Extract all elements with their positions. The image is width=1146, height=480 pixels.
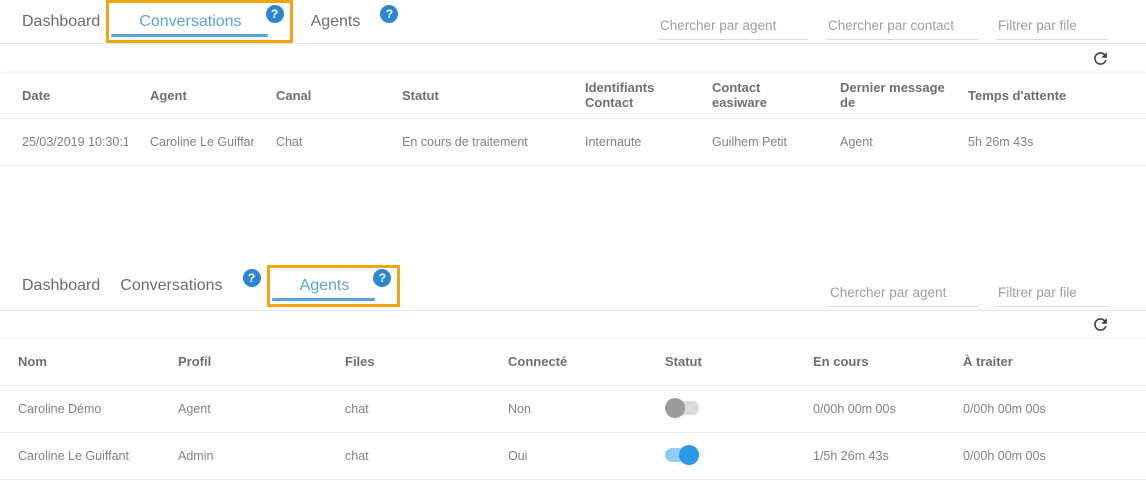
help-icon[interactable]: ? xyxy=(243,269,261,287)
cell-agent: Caroline Le Guiffant xyxy=(128,118,254,165)
agents-table-card: Nom Profil Files Connecté Statut En cour… xyxy=(0,339,1146,480)
col-header-agent: Agent xyxy=(128,73,254,118)
cell-statut: En cours de traitement xyxy=(380,118,563,165)
cell-a-traiter: 0/00h 00m 00s xyxy=(945,433,1146,480)
col-header-en-cours: En cours xyxy=(795,339,945,386)
tab-dashboard[interactable]: Dashboard xyxy=(22,0,104,43)
col-header-connecte: Connecté xyxy=(490,339,647,386)
cell-nom: Caroline Démo xyxy=(0,386,160,433)
cell-statut-toggle xyxy=(647,386,795,433)
agents-view: Dashboard Conversations ? Agents ? xyxy=(0,263,1146,480)
help-icon[interactable]: ? xyxy=(380,5,398,23)
conversation-row[interactable]: 25/03/2019 10:30:16 Caroline Le Guiffant… xyxy=(0,118,1146,165)
cell-nom: Caroline Le Guiffant xyxy=(0,433,160,480)
filter-contact-input[interactable] xyxy=(826,14,978,40)
col-header-identifiants-contact: Identifiants Contact xyxy=(563,73,690,118)
filter-file-input[interactable] xyxy=(996,281,1108,307)
filter-agent-input[interactable] xyxy=(658,14,808,40)
help-icon[interactable]: ? xyxy=(373,269,391,287)
agent-row: Caroline Le Guiffant Admin chat Oui 1/5h… xyxy=(0,433,1146,480)
col-header-canal: Canal xyxy=(254,73,380,118)
toolbar xyxy=(0,311,1146,339)
annotation-highlight-conversations: Conversations ? xyxy=(106,0,292,43)
status-toggle[interactable] xyxy=(665,398,699,418)
table-header-row: Nom Profil Files Connecté Statut En cour… xyxy=(0,339,1146,386)
col-header-a-traiter: À traiter xyxy=(945,339,1146,386)
filter-agent-input[interactable] xyxy=(828,281,978,307)
section-divider-whitespace xyxy=(0,166,1146,263)
col-header-statut: Statut xyxy=(380,73,563,118)
col-header-date: Date xyxy=(0,73,128,118)
conversations-table: Date Agent Canal Statut Identifiants Con… xyxy=(0,73,1146,166)
refresh-icon xyxy=(1091,49,1110,68)
cell-files: chat xyxy=(327,433,490,480)
cell-connecte: Non xyxy=(490,386,647,433)
cell-en-cours: 0/00h 00m 00s xyxy=(795,386,945,433)
toggle-knob xyxy=(665,398,685,418)
cell-a-traiter: 0/00h 00m 00s xyxy=(945,386,1146,433)
col-header-nom: Nom xyxy=(0,339,160,386)
agents-table: Nom Profil Files Connecté Statut En cour… xyxy=(0,339,1146,480)
cell-canal: Chat xyxy=(254,118,380,165)
tab-agents[interactable]: Agents xyxy=(295,0,377,43)
cell-profil: Agent xyxy=(160,386,327,433)
cell-date: 25/03/2019 10:30:16 xyxy=(0,118,128,165)
col-header-temps-attente: Temps d'attente xyxy=(946,73,1146,118)
agent-row: Caroline Démo Agent chat Non 0/00h 00m 0… xyxy=(0,386,1146,433)
agents-tabbar: Dashboard Conversations ? Agents ? xyxy=(0,263,1146,311)
tab-list: Dashboard Conversations ? Agents ? xyxy=(0,263,402,310)
cell-temps-attente: 5h 26m 43s xyxy=(946,118,1146,165)
conversations-view: Dashboard Conversations ? Agents ? xyxy=(0,0,1146,166)
cell-contact-easiware: Guilhem Petit xyxy=(690,118,818,165)
toolbar xyxy=(0,44,1146,73)
tab-conversations[interactable]: Conversations xyxy=(104,263,238,310)
cell-statut-toggle xyxy=(647,433,795,480)
col-header-contact-easiware: Contact easiware xyxy=(690,73,818,118)
refresh-button[interactable] xyxy=(1088,47,1112,71)
refresh-button[interactable] xyxy=(1088,313,1112,337)
cell-connecte: Oui xyxy=(490,433,647,480)
conversations-table-card: Date Agent Canal Statut Identifiants Con… xyxy=(0,73,1146,166)
table-header-row: Date Agent Canal Statut Identifiants Con… xyxy=(0,73,1146,118)
toggle-knob xyxy=(679,445,699,465)
cell-identifiants-contact: Internaute xyxy=(563,118,690,165)
tab-conversations[interactable]: Conversations xyxy=(119,3,261,40)
annotation-highlight-agents: Agents ? xyxy=(267,265,401,307)
cell-profil: Admin xyxy=(160,433,327,480)
col-header-files: Files xyxy=(327,339,490,386)
status-toggle[interactable] xyxy=(665,445,699,465)
tab-agents[interactable]: Agents xyxy=(280,268,370,304)
col-header-profil: Profil xyxy=(160,339,327,386)
filter-file-input[interactable] xyxy=(996,14,1108,40)
cell-dernier-message-de: Agent xyxy=(818,118,946,165)
cell-files: chat xyxy=(327,386,490,433)
help-icon[interactable]: ? xyxy=(266,5,284,23)
cell-en-cours: 1/5h 26m 43s xyxy=(795,433,945,480)
conversations-tabbar: Dashboard Conversations ? Agents ? xyxy=(0,0,1146,44)
col-header-dernier-message-de: Dernier message de xyxy=(818,73,946,118)
tab-list: Dashboard Conversations ? Agents ? xyxy=(0,0,402,43)
refresh-icon xyxy=(1091,315,1110,334)
col-header-statut: Statut xyxy=(647,339,795,386)
tab-dashboard[interactable]: Dashboard xyxy=(22,263,104,310)
filter-bar xyxy=(658,0,1146,43)
filter-bar xyxy=(828,263,1146,310)
